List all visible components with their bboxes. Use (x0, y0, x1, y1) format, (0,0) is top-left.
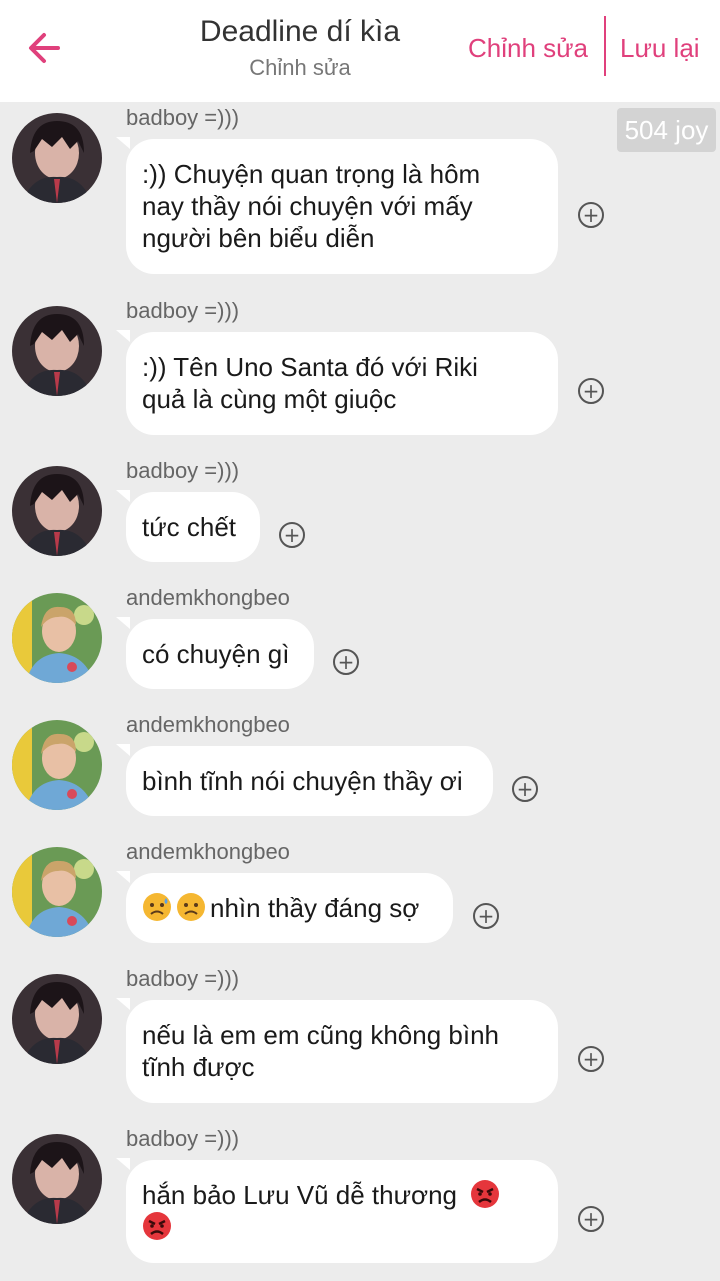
add-reaction-button[interactable]: + (473, 903, 499, 929)
edit-button[interactable]: Chỉnh sửa (468, 30, 588, 66)
message-line: nhìn thầy đáng sợ (142, 892, 437, 924)
message-text: tức chết (142, 512, 236, 542)
sender-name: badboy =))) (126, 966, 240, 991)
message-bubble[interactable]: bình tĩnh nói chuyện thầy ơi (126, 746, 493, 816)
sender-name: andemkhongbeo (126, 585, 290, 610)
message-bubble[interactable]: :)) Chuyện quan trọng là hôm nay thầy nó… (126, 139, 558, 274)
bubble-tail (116, 490, 130, 502)
andemkhongbeo-avatar[interactable] (12, 847, 102, 937)
andemkhongbeo-avatar[interactable] (12, 720, 102, 810)
angry-face-emoji (143, 1212, 171, 1240)
message-text: tĩnh được (142, 1052, 255, 1082)
message-text: nếu là em em cũng không bình (142, 1020, 500, 1050)
message-text: nay thầy nói chuyện với mấy (142, 191, 473, 221)
sender-name: badboy =))) (126, 298, 240, 323)
angry-face-emoji (471, 1180, 500, 1208)
sender-name: badboy =))) (126, 105, 240, 130)
message-text: bình tĩnh nói chuyện thầy ơi (142, 766, 463, 796)
message-text: quả là cùng một giuộc (142, 384, 397, 414)
message-line: hắn bảo Lưu Vũ dễ thương (142, 1179, 542, 1211)
save-button[interactable]: Lưu lại (620, 30, 700, 66)
sender-name: badboy =))) (126, 458, 240, 483)
message-bubble[interactable]: hắn bảo Lưu Vũ dễ thương (126, 1160, 558, 1263)
add-reaction-button[interactable]: + (279, 522, 305, 548)
bubble-tail (116, 998, 130, 1010)
plus-icon: + (582, 1207, 600, 1231)
add-reaction-button[interactable]: + (578, 202, 604, 228)
badboy-avatar[interactable] (12, 306, 102, 396)
bubble-tail (116, 871, 130, 883)
page-subtitle: Chỉnh sửa (249, 55, 351, 80)
message-text: người bên biểu diễn (142, 223, 375, 253)
plus-icon: + (582, 379, 600, 403)
bubble-tail (116, 137, 130, 149)
add-reaction-button[interactable]: + (578, 1046, 604, 1072)
badboy-avatar[interactable] (12, 113, 102, 203)
message-line (142, 1211, 542, 1243)
message-text: :)) Tên Uno Santa đó với Riki (142, 352, 478, 382)
plus-icon: + (477, 904, 495, 928)
title-block: Deadline dí kìa Chỉnh sửa (150, 14, 450, 82)
message-bubble[interactable]: nếu là em em cũng không bình tĩnh được (126, 1000, 558, 1103)
plus-icon: + (582, 203, 600, 227)
add-reaction-button[interactable]: + (578, 1206, 604, 1232)
plus-icon: + (582, 1047, 600, 1071)
back-button[interactable] (22, 26, 66, 70)
sender-name: badboy =))) (126, 1126, 240, 1151)
message-text: hắn bảo Lưu Vũ dễ thương (142, 1180, 457, 1210)
andemkhongbeo-avatar[interactable] (12, 593, 102, 683)
message-bubble[interactable]: tức chết (126, 492, 260, 562)
badboy-avatar[interactable] (12, 974, 102, 1064)
message-text: có chuyện gì (142, 639, 290, 669)
plus-icon: + (516, 777, 534, 801)
add-reaction-button[interactable]: + (333, 649, 359, 675)
message-text: nhìn thầy đáng sợ (210, 893, 420, 923)
plus-icon: + (283, 523, 301, 547)
back-arrow-icon (29, 33, 60, 63)
badboy-avatar[interactable] (12, 1134, 102, 1224)
plus-icon: + (337, 650, 355, 674)
joy-count-badge: 504 joy (617, 108, 716, 152)
sender-name: andemkhongbeo (126, 839, 290, 864)
page-title: Deadline dí kìa (199, 15, 401, 48)
bubble-tail (116, 744, 130, 756)
message-bubble[interactable]: :)) Tên Uno Santa đó với Riki quả là cùn… (126, 332, 558, 435)
message-bubble[interactable]: nhìn thầy đáng sợ (126, 873, 453, 943)
message-text: :)) Chuyện quan trọng là hôm (142, 159, 481, 189)
sad-sweat-face-emoji (143, 893, 171, 921)
bubble-tail (116, 330, 130, 342)
add-reaction-button[interactable]: + (512, 776, 538, 802)
top-bar: Deadline dí kìa Chỉnh sửa Chỉnh sửa Lưu … (0, 0, 720, 102)
message-bubble[interactable]: có chuyện gì (126, 619, 314, 689)
header-divider (604, 16, 606, 76)
sender-name: andemkhongbeo (126, 712, 290, 737)
bubble-tail (116, 1158, 130, 1170)
badboy-avatar[interactable] (12, 466, 102, 556)
add-reaction-button[interactable]: + (578, 378, 604, 404)
bubble-tail (116, 617, 130, 629)
sad-sweat-face-emoji (177, 893, 205, 921)
